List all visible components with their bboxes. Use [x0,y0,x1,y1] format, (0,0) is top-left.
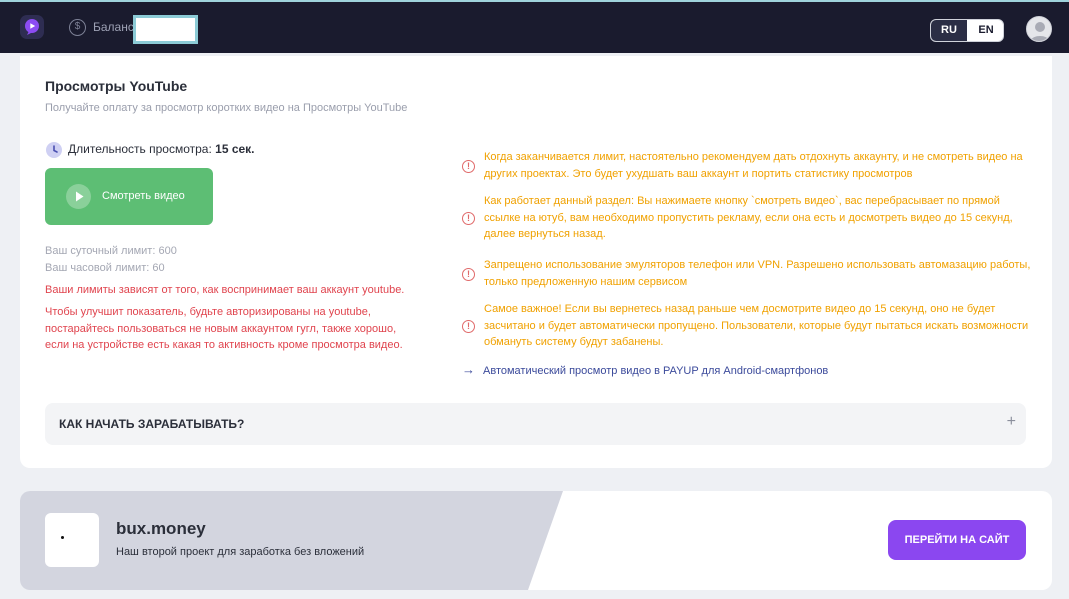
watch-video-button[interactable]: Смотреть видео [45,168,213,225]
android-auto-view-text: Автоматический просмотр видео в PAYUP дл… [483,365,829,377]
duration-value: 15 сек. [215,142,255,157]
top-navbar: $ Баланс RU EN [0,0,1069,53]
language-en-button[interactable]: EN [968,20,1003,41]
faq-accordion[interactable]: КАК НАЧАТЬ ЗАРАБАТЫВАТЬ? + [45,403,1026,445]
promo-name: bux.money [116,519,206,538]
promo-banner: bux.money Наш второй проект для заработк… [20,491,1052,590]
warning-text: Запрещено использование эмуляторов телеф… [484,259,1031,288]
hourly-limit: Ваш часовой лимит: 60 [45,262,165,274]
dollar-circle-icon: $ [69,19,86,36]
go-to-site-button[interactable]: ПЕРЕЙТИ НА САЙТ [888,520,1026,560]
limits-note: Ваши лимиты зависят от того, как восприн… [45,284,405,296]
youtube-views-task-card: Просмотры YouTube Получайте оплату за пр… [20,56,1052,468]
info-circle-icon: ! [462,320,475,333]
warning-text: Когда заканчивается лимит, настоятельно … [484,151,1023,180]
improve-tip-line: постарайтесь пользоваться не новым аккау… [45,322,397,335]
warning-text: Как работает данный раздел: Вы нажимаете… [484,195,1013,240]
daily-limit: Ваш суточный лимит: 600 [45,245,177,257]
clock-icon [46,142,62,158]
balance-value [133,15,198,44]
limits-info: Ваш суточный лимит: 600 Ваш часовой лими… [45,243,177,277]
page-subtitle: Получайте оплату за просмотр коротких ви… [45,102,408,114]
promo-logo-dot [61,536,64,539]
balance-label: Баланс [93,20,134,34]
faq-question: КАК НАЧАТЬ ЗАРАБАТЫВАТЬ? [59,417,245,431]
duration-label: Длительность просмотра: [68,142,212,157]
improve-tip-line: Чтобы улучшит показатель, будьте авториз… [45,306,371,318]
info-circle-icon: ! [462,268,475,281]
arrow-right-icon: → [462,362,475,377]
language-ru-button[interactable]: RU [931,20,967,41]
play-logo-icon[interactable] [20,15,44,39]
watch-video-label: Смотреть видео [102,190,185,202]
android-auto-view-link[interactable]: → Автоматический просмотр видео в PAYUP д… [462,362,828,377]
watch-duration: Длительность просмотра: 15 сек. [46,142,255,158]
improve-tip-line: если на устройстве есть какая то активно… [45,339,403,351]
promo-description: Наш второй проект для заработка без влож… [116,546,365,558]
warning-text: Самое важное! Если вы вернетесь назад ра… [484,303,1029,348]
user-avatar-icon[interactable] [1026,16,1052,42]
play-icon [66,184,91,209]
info-circle-icon: ! [462,160,475,173]
improve-tip: Чтобы улучшит показатель, будьте авториз… [45,304,445,354]
plus-icon[interactable]: + [1007,413,1016,431]
promo-logo [45,513,99,567]
info-circle-icon: ! [462,212,475,225]
page-title: Просмотры YouTube [45,78,188,94]
language-switcher: RU EN [930,19,1004,42]
